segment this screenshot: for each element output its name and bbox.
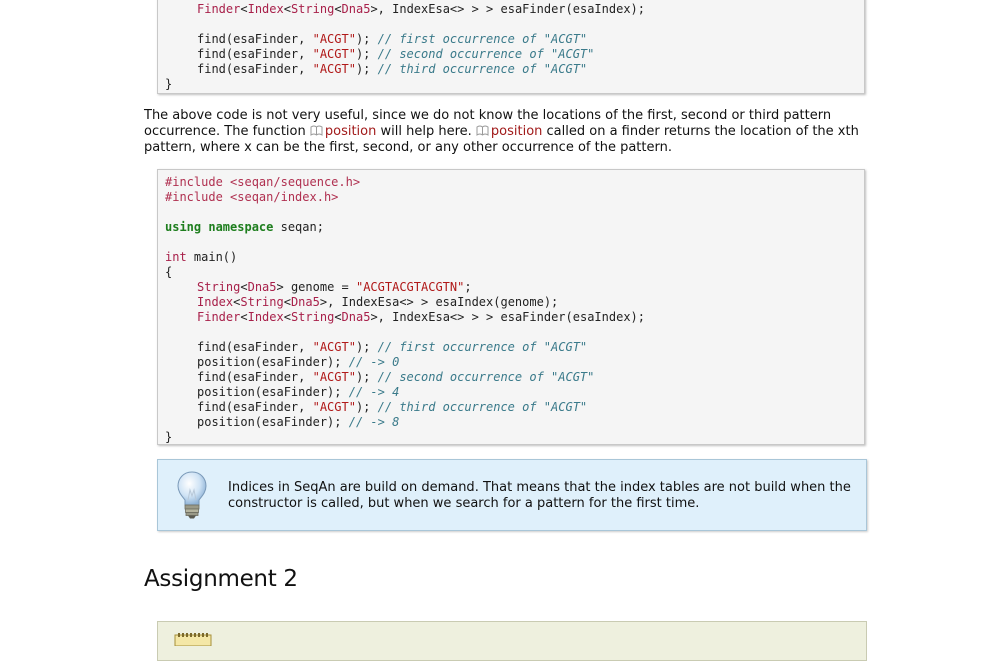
- code-line: }: [165, 430, 173, 444]
- code-line: position(esaFinder); // -> 0: [197, 355, 400, 369]
- code-line: #include <seqan/index.h>: [165, 190, 339, 204]
- code-line: Finder<Index<String<Dna5>, IndexEsa<> > …: [197, 310, 645, 324]
- code-line: #include <seqan/sequence.h>: [165, 175, 361, 189]
- code-line: find(esaFinder, "ACGT"); // first occurr…: [197, 32, 588, 46]
- code-line: Index<String<Dna5>, IndexEsa<> > esaInde…: [197, 295, 559, 309]
- note-text: Indices in SeqAn are build on demand. Th…: [228, 480, 851, 511]
- note-box: Indices in SeqAn are build on demand. Th…: [157, 459, 867, 531]
- book-icon: [476, 125, 489, 136]
- assignment-box: [157, 621, 867, 661]
- position-link[interactable]: position: [310, 124, 376, 139]
- code-line: {: [165, 265, 173, 279]
- code-line: String<Dna5> genome = "ACGTACGTACGTN";: [197, 280, 472, 294]
- code-line: position(esaFinder); // -> 8: [197, 415, 400, 429]
- code-line: }: [165, 77, 173, 91]
- lightbulb-icon: [177, 471, 207, 519]
- body-paragraph: The above code is not very useful, since…: [144, 108, 859, 155]
- book-icon: [310, 125, 323, 136]
- code-block-top: Finder<Index<String<Dna5>, IndexEsa<> > …: [157, 0, 865, 94]
- code-line: int main(): [165, 250, 238, 264]
- code-line: position(esaFinder); // -> 4: [197, 385, 400, 399]
- notepad-icon: [174, 633, 212, 646]
- code-line: find(esaFinder, "ACGT"); // second occur…: [197, 47, 595, 61]
- code-line: find(esaFinder, "ACGT"); // second occur…: [197, 370, 595, 384]
- code-line: find(esaFinder, "ACGT"); // first occurr…: [197, 340, 588, 354]
- section-heading: Assignment 2: [144, 566, 298, 592]
- code-block-main: #include <seqan/sequence.h> #include <se…: [157, 169, 865, 445]
- code-line: Finder<Index<String<Dna5>, IndexEsa<> > …: [197, 2, 645, 16]
- code-line: find(esaFinder, "ACGT"); // third occurr…: [197, 400, 588, 414]
- code-line: find(esaFinder, "ACGT"); // third occurr…: [197, 62, 588, 76]
- code-line: using namespace seqan;: [165, 220, 324, 234]
- position-link[interactable]: position: [476, 124, 542, 139]
